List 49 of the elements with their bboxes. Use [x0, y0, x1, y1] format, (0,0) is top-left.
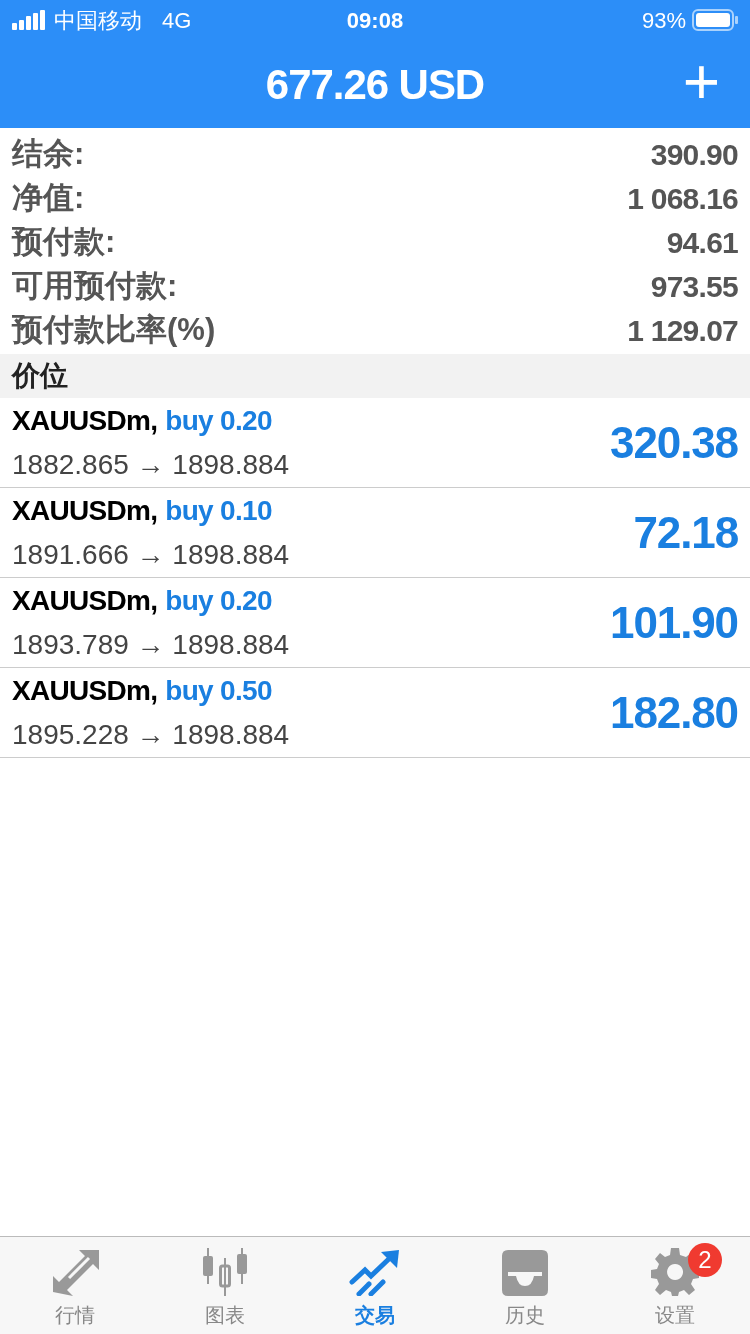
summary-label: 净值: [12, 178, 85, 217]
order-type: buy 0.20 [165, 403, 272, 438]
summary-label: 可用预付款: [12, 266, 178, 305]
order-type: buy 0.20 [165, 583, 272, 618]
symbol-name: XAUUSDm, [12, 493, 158, 528]
symbol-name: XAUUSDm, [12, 673, 158, 708]
profit-value: 101.90 [610, 596, 738, 649]
balance-title: 677.26 USD [265, 59, 485, 110]
summary-value: 1 129.07 [627, 312, 738, 349]
summary-value: 390.90 [650, 136, 738, 173]
price-range: 1882.865 → 1898.884 [12, 447, 290, 482]
position-row[interactable]: XAUUSDm, buy 0.50 1895.228 → 1898.884 182.80 [0, 668, 750, 758]
profit-value: 72.18 [633, 506, 738, 559]
summary-label: 预付款: [12, 222, 116, 261]
profit-value: 320.38 [610, 416, 738, 469]
notification-badge: 2 [688, 1243, 722, 1277]
candlestick-icon [200, 1248, 250, 1296]
tab[interactable]: 图表 [150, 1237, 300, 1334]
battery-percent: 93% [641, 6, 686, 35]
summary-label: 预付款比率(%) [12, 310, 216, 349]
settings-icon [651, 1248, 699, 1296]
price-range: 1895.228 → 1898.884 [12, 717, 290, 752]
position-row[interactable]: XAUUSDm, buy 0.20 1893.789 → 1898.884 101.90 [0, 578, 750, 668]
inbox-icon [500, 1250, 550, 1296]
tab[interactable]: 交易 [300, 1237, 450, 1334]
signal-icon [12, 10, 46, 30]
tab[interactable]: 行情 [0, 1237, 150, 1334]
symbol-name: XAUUSDm, [12, 403, 158, 438]
trend-arrow-icon [349, 1250, 401, 1296]
summary-label: 结余: [12, 134, 85, 173]
summary-value: 973.55 [650, 268, 738, 305]
section-title: 价位 [12, 359, 68, 393]
tab[interactable]: 设置 2 [600, 1237, 750, 1334]
add-button[interactable]: + [682, 50, 720, 114]
order-type: buy 0.50 [165, 673, 272, 708]
symbol-name: XAUUSDm, [12, 583, 158, 618]
position-row[interactable]: XAUUSDm, buy 0.20 1882.865 → 1898.884 320.38 [0, 398, 750, 488]
profit-value: 182.80 [610, 686, 738, 739]
summary-value: 94.61 [666, 224, 738, 261]
clock-time: 09:08 [346, 6, 404, 35]
order-type: buy 0.10 [165, 493, 272, 528]
carrier-name: 中国移动 [54, 6, 142, 35]
price-range: 1891.666 → 1898.884 [12, 537, 290, 572]
summary-value: 1 068.16 [627, 180, 738, 217]
position-row[interactable]: XAUUSDm, buy 0.10 1891.666 → 1898.884 72.18 [0, 488, 750, 578]
tab[interactable]: 历史 [450, 1237, 600, 1334]
network-type: 4G [162, 6, 192, 35]
price-range: 1893.789 → 1898.884 [12, 627, 290, 662]
battery-icon [692, 9, 738, 31]
